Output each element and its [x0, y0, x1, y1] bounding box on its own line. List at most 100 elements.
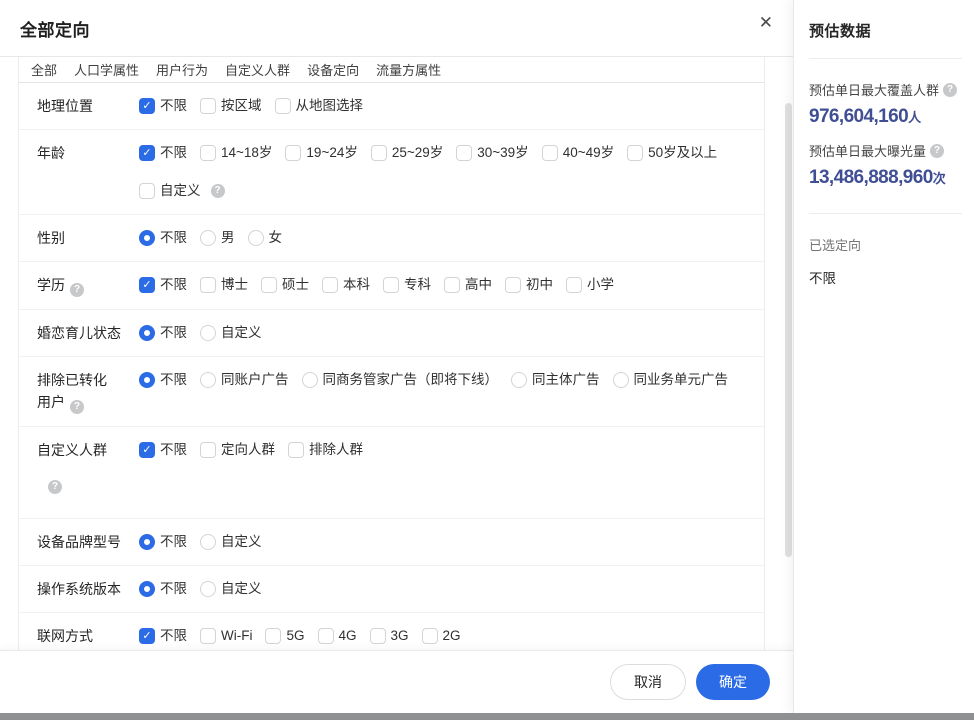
option-label: 同业务单元广告	[634, 369, 729, 391]
radio-option-不限[interactable]: 不限	[139, 369, 187, 391]
checkbox-option-从地图选择[interactable]: 从地图选择	[275, 95, 364, 117]
radio-option-同主体广告[interactable]: 同主体广告	[511, 369, 600, 391]
checkbox-option-不限[interactable]: ✓不限	[139, 95, 187, 117]
radio-icon	[248, 230, 264, 246]
option-label: 19~24岁	[306, 142, 357, 164]
radio-option-同商务管家广告（即将下线）[interactable]: 同商务管家广告（即将下线）	[302, 369, 499, 391]
radio-option-不限[interactable]: 不限	[139, 227, 187, 249]
checkbox-option-2G[interactable]: 2G	[422, 625, 461, 647]
metric-max-impressions-label: 预估单日最大曝光量	[809, 141, 926, 160]
row-options: 不限 自定义	[139, 531, 760, 553]
checkbox-option-博士[interactable]: 博士	[200, 274, 248, 296]
scrollbar-thumb[interactable]	[785, 103, 792, 557]
checkbox-icon	[200, 145, 216, 161]
help-icon[interactable]: ?	[930, 144, 944, 158]
checkbox-icon	[139, 183, 155, 199]
confirm-button[interactable]: 确定	[696, 664, 770, 700]
row-label: 性别	[37, 227, 139, 249]
checkbox-option-排除人群[interactable]: 排除人群	[288, 439, 363, 461]
checkbox-icon	[456, 145, 472, 161]
radio-option-不限[interactable]: 不限	[139, 322, 187, 344]
checkbox-option-50岁及以上[interactable]: 50岁及以上	[627, 142, 717, 164]
checkbox-option-小学[interactable]: 小学	[566, 274, 614, 296]
help-icon[interactable]: ?	[70, 283, 84, 297]
checkbox-icon	[200, 277, 216, 293]
row-label: 自定义人群?	[37, 439, 139, 494]
help-icon[interactable]: ?	[70, 400, 84, 414]
help-icon[interactable]: ?	[48, 480, 62, 494]
row-label: 操作系统版本	[37, 578, 139, 600]
checkbox-option-不限[interactable]: ✓不限	[139, 625, 187, 647]
radio-option-女[interactable]: 女	[248, 227, 283, 249]
checkbox-icon: ✓	[139, 442, 155, 458]
radio-icon	[200, 325, 216, 341]
checkbox-option-25~29岁[interactable]: 25~29岁	[371, 142, 443, 164]
checkbox-icon	[200, 442, 216, 458]
cancel-button[interactable]: 取消	[610, 664, 686, 700]
radio-icon	[200, 581, 216, 597]
tab-流量方属性[interactable]: 流量方属性	[376, 60, 441, 79]
checkbox-option-4G[interactable]: 4G	[318, 625, 357, 647]
option-label: 不限	[160, 578, 187, 600]
radio-option-不限[interactable]: 不限	[139, 578, 187, 600]
checkbox-option-40~49岁[interactable]: 40~49岁	[542, 142, 614, 164]
checkbox-icon	[542, 145, 558, 161]
checkbox-option-高中[interactable]: 高中	[444, 274, 492, 296]
option-label: 博士	[221, 274, 248, 296]
checkbox-option-自定义[interactable]: 自定义?	[139, 180, 225, 202]
targeting-rows: 地理位置✓不限按区域从地图选择年龄✓不限14~18岁19~24岁25~29岁30…	[19, 83, 764, 650]
option-label: 自定义	[221, 531, 262, 553]
targeting-row-学历: 学历?✓不限 博士硕士本科专科 高中 初中小学	[19, 262, 764, 310]
checkbox-option-3G[interactable]: 3G	[370, 625, 409, 647]
checkbox-option-14~18岁[interactable]: 14~18岁	[200, 142, 272, 164]
checkbox-icon: ✓	[139, 628, 155, 644]
checkbox-option-Wi-Fi[interactable]: Wi-Fi	[200, 625, 252, 647]
checkbox-icon	[285, 145, 301, 161]
radio-option-自定义[interactable]: 自定义	[200, 578, 262, 600]
option-label: 同商务管家广告（即将下线）	[323, 369, 499, 391]
checkbox-option-本科[interactable]: 本科	[322, 274, 370, 296]
checkbox-option-初中[interactable]: 初中	[505, 274, 553, 296]
option-label: 初中	[526, 274, 553, 296]
tab-全部[interactable]: 全部	[31, 60, 57, 79]
close-icon[interactable]: ✕	[759, 14, 773, 31]
option-label: 按区域	[221, 95, 262, 117]
tab-自定义人群[interactable]: 自定义人群	[225, 60, 290, 79]
option-label: 3G	[391, 625, 409, 647]
tab-用户行为[interactable]: 用户行为	[156, 60, 208, 79]
checkbox-option-硕士[interactable]: 硕士	[261, 274, 309, 296]
radio-option-自定义[interactable]: 自定义	[200, 322, 262, 344]
radio-option-不限[interactable]: 不限	[139, 531, 187, 553]
checkbox-option-定向人群[interactable]: 定向人群	[200, 439, 275, 461]
option-label: 高中	[465, 274, 492, 296]
checkbox-option-5G[interactable]: 5G	[265, 625, 304, 647]
targeting-row-地理位置: 地理位置✓不限按区域从地图选择	[19, 83, 764, 130]
row-label: 学历?	[37, 274, 139, 297]
option-label: 50岁及以上	[648, 142, 717, 164]
checkbox-option-不限[interactable]: ✓不限	[139, 274, 187, 296]
tab-设备定向[interactable]: 设备定向	[307, 60, 359, 79]
checkbox-option-30~39岁[interactable]: 30~39岁	[456, 142, 528, 164]
modal-footer: 取消 确定	[0, 650, 793, 713]
option-label: 从地图选择	[296, 95, 364, 117]
checkbox-option-不限[interactable]: ✓不限	[139, 142, 187, 164]
help-icon[interactable]: ?	[211, 184, 225, 198]
row-options: ✓不限 Wi-Fi 5G 4G 3G 2G	[139, 625, 760, 647]
modal-header: 全部定向 ✕	[0, 0, 793, 57]
checkbox-option-按区域[interactable]: 按区域	[200, 95, 262, 117]
checkbox-option-不限[interactable]: ✓不限	[139, 439, 187, 461]
checkbox-option-专科[interactable]: 专科	[383, 274, 431, 296]
radio-option-同账户广告[interactable]: 同账户广告	[200, 369, 289, 391]
radio-icon	[511, 372, 527, 388]
checkbox-icon	[627, 145, 643, 161]
tab-人口学属性[interactable]: 人口学属性	[74, 60, 139, 79]
row-options: 不限男女	[139, 227, 760, 249]
option-label: 不限	[160, 227, 187, 249]
row-label: 联网方式	[37, 625, 139, 647]
checkbox-option-19~24岁[interactable]: 19~24岁	[285, 142, 357, 164]
radio-option-同业务单元广告[interactable]: 同业务单元广告	[613, 369, 729, 391]
radio-option-自定义[interactable]: 自定义	[200, 531, 262, 553]
help-icon[interactable]: ?	[943, 83, 957, 97]
radio-option-男[interactable]: 男	[200, 227, 235, 249]
checkbox-icon: ✓	[139, 98, 155, 114]
